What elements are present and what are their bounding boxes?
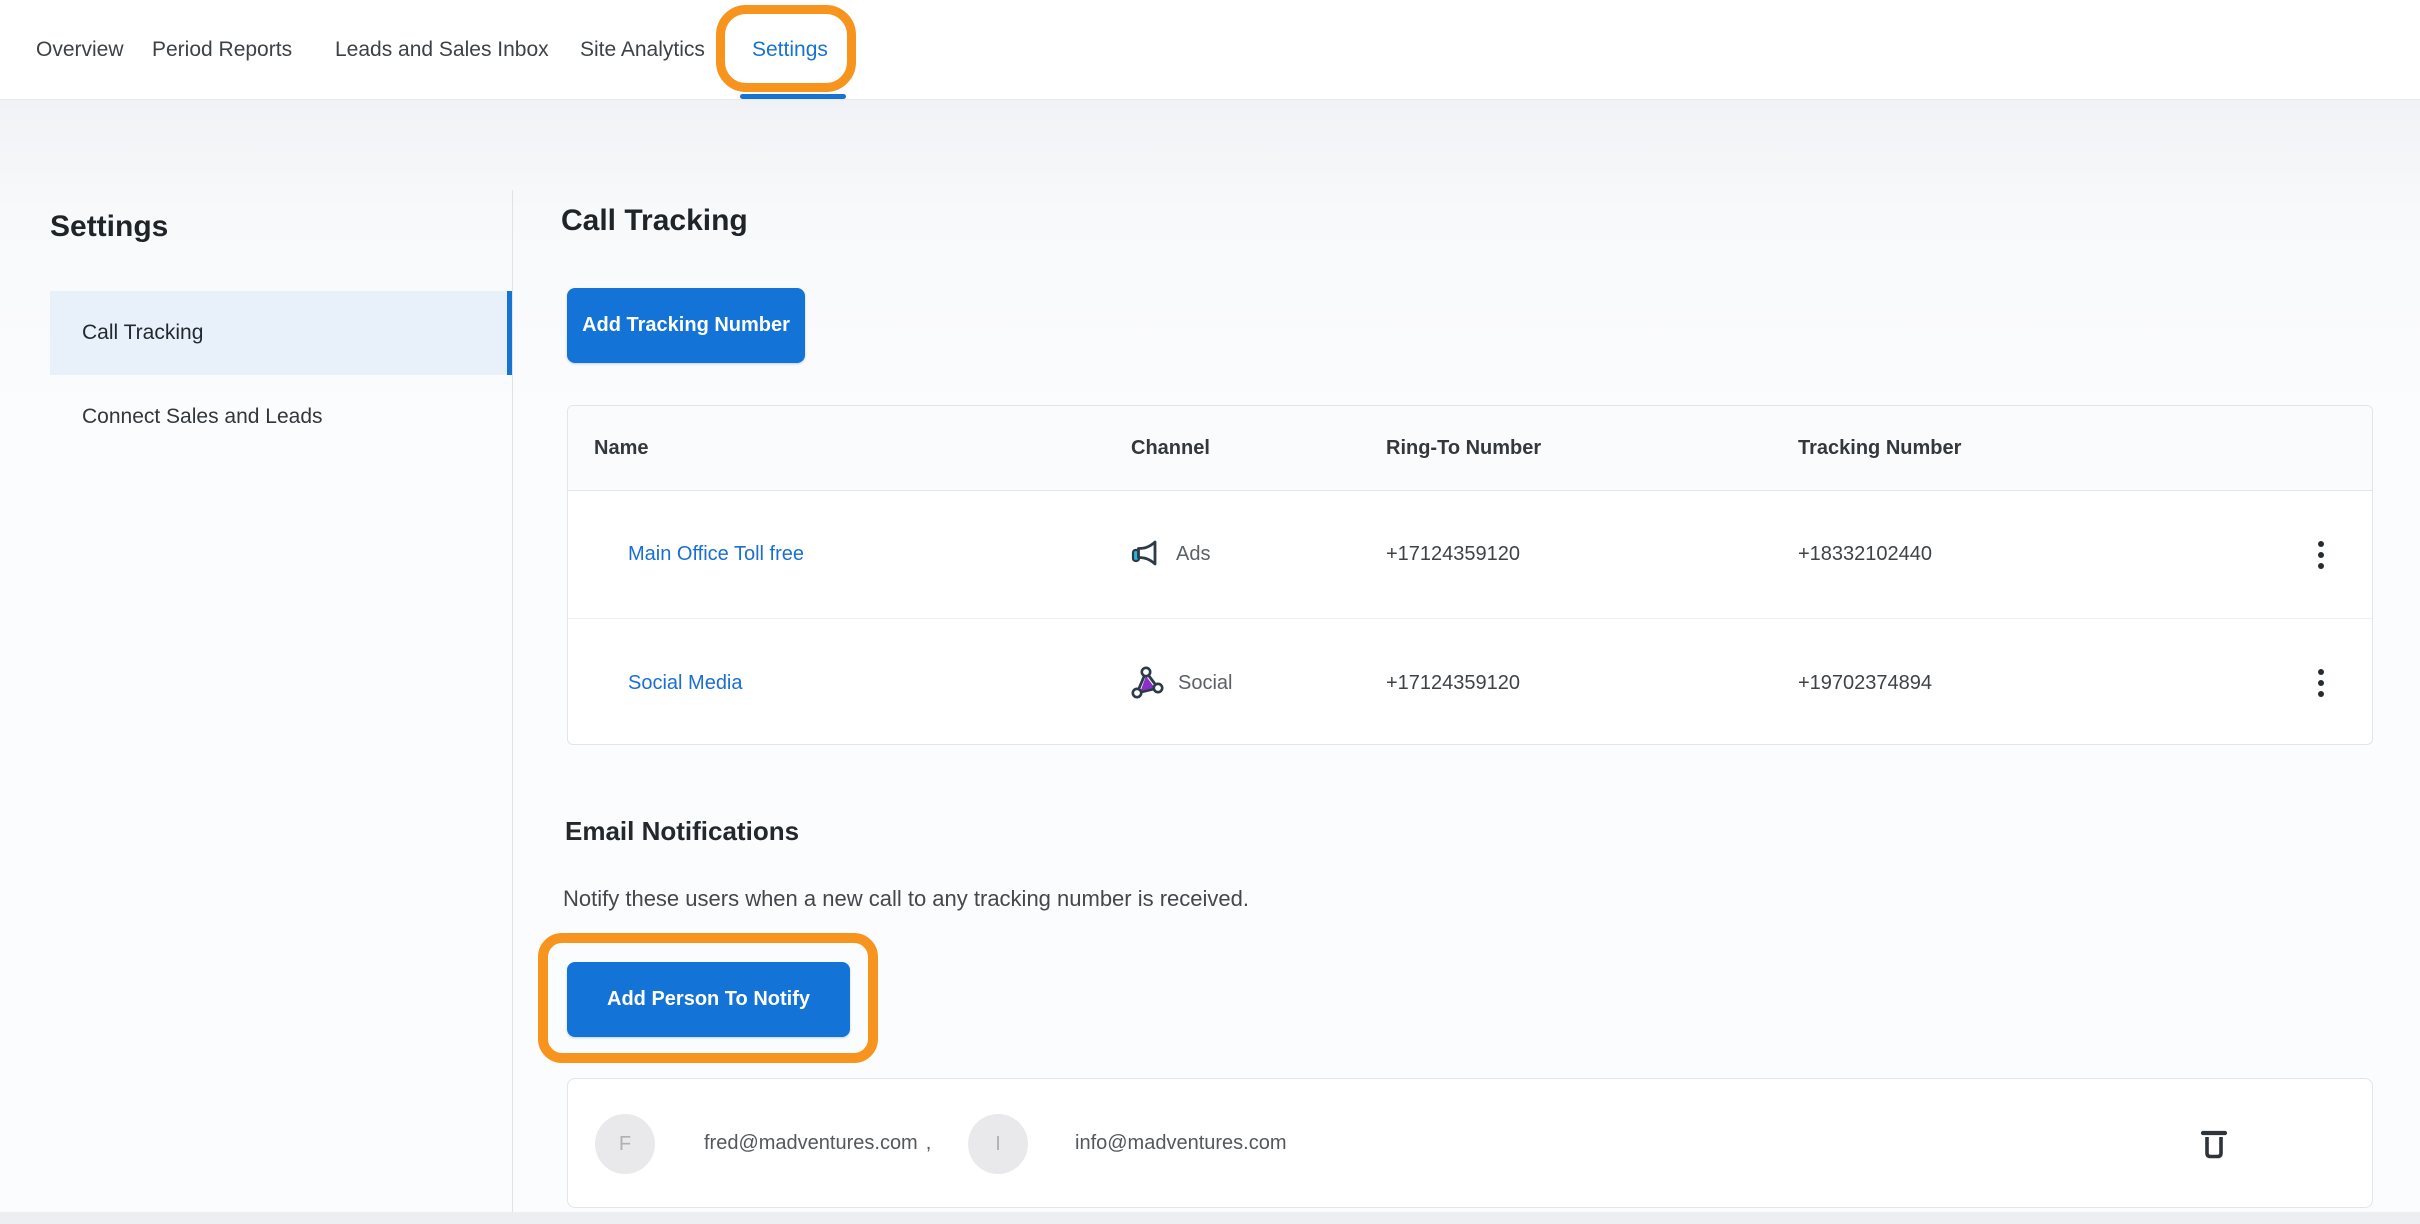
row-actions-menu-button[interactable] xyxy=(2299,533,2343,577)
nav-tab-leads-sales-inbox[interactable]: Leads and Sales Inbox xyxy=(335,0,549,100)
sidebar-item-label: Connect Sales and Leads xyxy=(82,405,323,428)
avatar: F xyxy=(595,1114,655,1174)
delete-recipients-button[interactable] xyxy=(2190,1119,2238,1167)
page-title-call-tracking: Call Tracking xyxy=(561,204,748,237)
column-header-ring-to-number: Ring-To Number xyxy=(1386,437,1542,459)
top-nav-bar: Overview Period Reports Leads and Sales … xyxy=(0,0,2420,100)
tracking-name-link[interactable]: Social Media xyxy=(628,619,743,747)
column-header-name: Name xyxy=(594,437,649,459)
content-panel: Settings Call Tracking Connect Sales and… xyxy=(0,100,2420,1212)
megaphone-icon xyxy=(1129,538,1163,572)
email-text: fred@madventures.com xyxy=(704,1131,918,1154)
sidebar-divider xyxy=(512,190,513,1212)
add-person-to-notify-button[interactable]: Add Person To Notify xyxy=(567,962,850,1037)
tracking-name-link[interactable]: Main Office Toll free xyxy=(628,491,804,618)
share-nodes-icon xyxy=(1129,665,1165,701)
add-tracking-number-button[interactable]: Add Tracking Number xyxy=(567,288,805,363)
channel-label: Ads xyxy=(1176,543,1211,565)
email-separator: , xyxy=(925,1131,932,1154)
nav-tab-settings[interactable]: Settings xyxy=(752,0,828,100)
recipient-email: info@madventures.com xyxy=(1075,1079,1287,1207)
table-header-row: Name Channel Ring-To Number Tracking Num… xyxy=(568,406,2372,491)
sidebar-title: Settings xyxy=(50,210,169,243)
tracking-number: +18332102440 xyxy=(1798,543,1933,565)
notification-recipients-card: F fred@madventures.com , I info@madventu… xyxy=(567,1078,2373,1208)
ring-to-number: +17124359120 xyxy=(1386,543,1521,565)
trash-icon xyxy=(2200,1126,2228,1160)
active-tab-underline xyxy=(740,94,846,99)
avatar: I xyxy=(968,1114,1028,1174)
sidebar-item-label: Call Tracking xyxy=(82,321,204,344)
table-row: Social Media Social +17124359120 +197023… xyxy=(568,619,2372,747)
channel-label: Social xyxy=(1178,671,1233,694)
sidebar-item-connect-sales-and-leads[interactable]: Connect Sales and Leads xyxy=(50,375,512,459)
kebab-menu-icon xyxy=(2316,539,2326,571)
table-row: Main Office Toll free Ads +17124359120 +… xyxy=(568,491,2372,619)
tracking-numbers-table: Name Channel Ring-To Number Tracking Num… xyxy=(567,405,2373,745)
email-notifications-title: Email Notifications xyxy=(565,816,800,846)
email-notifications-description: Notify these users when a new call to an… xyxy=(563,886,1249,911)
ring-to-number: +17124359120 xyxy=(1386,671,1521,694)
kebab-menu-icon xyxy=(2316,667,2326,699)
tracking-number: +19702374894 xyxy=(1798,671,1933,694)
nav-tab-overview[interactable]: Overview xyxy=(36,0,124,100)
nav-tab-site-analytics[interactable]: Site Analytics xyxy=(580,0,705,100)
nav-tab-period-reports[interactable]: Period Reports xyxy=(152,0,292,100)
column-header-channel: Channel xyxy=(1131,437,1210,459)
email-text: info@madventures.com xyxy=(1075,1131,1287,1154)
sidebar-item-call-tracking[interactable]: Call Tracking xyxy=(50,291,512,375)
channel-cell: Ads xyxy=(1129,491,1210,618)
recipient-email: fred@madventures.com , xyxy=(704,1079,931,1207)
row-actions-menu-button[interactable] xyxy=(2299,661,2343,705)
channel-cell: Social xyxy=(1129,619,1232,747)
column-header-tracking-number: Tracking Number xyxy=(1798,437,1962,459)
